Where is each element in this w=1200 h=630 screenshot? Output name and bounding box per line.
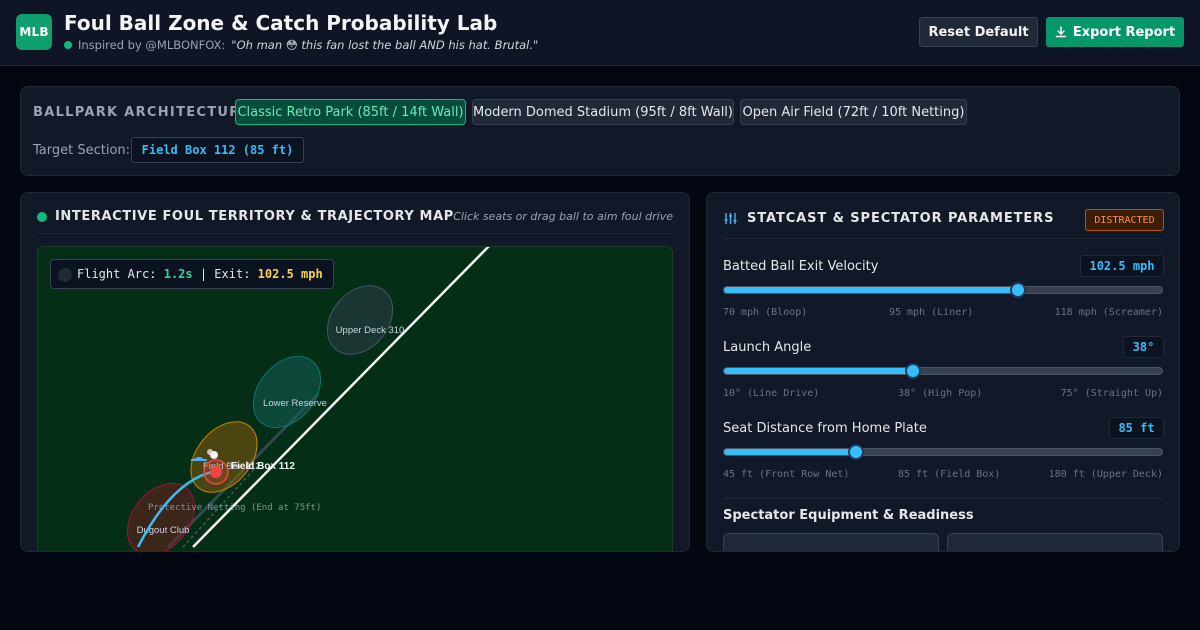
reset-default-button[interactable]: Reset Default <box>919 17 1038 47</box>
slider-fill <box>724 449 857 455</box>
slider-tick-max: 180 ft (Upper Deck) <box>1048 469 1163 480</box>
exit-label: | Exit: <box>199 267 251 281</box>
slider-tick-max: 75° (Straight Up) <box>1060 388 1163 399</box>
live-dot-icon <box>64 41 72 49</box>
slider-tick-max: 118 mph (Screamer) <box>1054 307 1163 318</box>
ballpark-architecture-panel: BALLPARK ARCHITECTURE: Classic Retro Par… <box>20 86 1180 176</box>
field-map[interactable]: Upper Deck 310 Lower Reserve Field Box 1… <box>37 246 673 551</box>
equipment-card-hat[interactable] <box>947 533 1163 551</box>
export-report-label: Export Report <box>1072 24 1176 40</box>
netting-label: Protective Netting (End at 75ft) <box>148 503 321 513</box>
slider-tick-min: 10° (Line Drive) <box>723 388 820 399</box>
architecture-label: BALLPARK ARCHITECTURE: <box>33 105 258 120</box>
field-map-svg: Upper Deck 310 Lower Reserve Field Box 1… <box>127 247 490 551</box>
export-report-button[interactable]: Export Report <box>1046 17 1184 47</box>
app-header: MLB Foul Ball Zone & Catch Probability L… <box>0 0 1200 66</box>
status-dot-icon <box>37 212 47 222</box>
stats-divider <box>723 238 1163 239</box>
field-box-callout: Field Box 112 <box>231 461 295 472</box>
flight-arc-value: 1.2s <box>163 267 193 281</box>
download-icon <box>1055 26 1067 38</box>
spectator-status-badge: DISTRACTED <box>1085 209 1164 231</box>
slider-tick-mid: 95 mph (Liner) <box>889 307 974 318</box>
slider-thumb[interactable] <box>1010 282 1027 298</box>
seat-distance-readout: 85 ft <box>1109 417 1164 439</box>
architecture-option-open-air[interactable]: Open Air Field (72ft / 10ft Netting) <box>740 99 967 125</box>
slider-thumb[interactable] <box>848 444 865 460</box>
launch-angle-slider[interactable] <box>723 363 1163 379</box>
slider-fill <box>724 368 914 374</box>
equipment-card-glove[interactable] <box>723 533 939 551</box>
flight-arc-readout: Flight Arc: 1.2s | Exit: 102.5 mph <box>50 259 334 289</box>
timer-icon <box>58 268 72 282</box>
statcast-parameters-panel: STATCAST & SPECTATOR PARAMETERS DISTRACT… <box>706 192 1180 552</box>
section-divider <box>723 498 1163 499</box>
fan-target-marker[interactable] <box>203 459 229 485</box>
target-section-label: Target Section: <box>33 143 131 158</box>
target-section-badge: Field Box 112 (85 ft) <box>131 137 304 163</box>
page-title: Foul Ball Zone & Catch Probability Lab <box>64 11 498 35</box>
sliders-icon <box>724 213 737 224</box>
map-divider <box>37 233 673 234</box>
zone-label: Upper Deck 310 <box>336 325 405 336</box>
flight-arc-label: Flight Arc: <box>77 267 157 281</box>
architecture-option-modern-domed[interactable]: Modern Domed Stadium (95ft / 8ft Wall) <box>472 99 734 125</box>
exit-velocity-label: Batted Ball Exit Velocity <box>723 259 879 274</box>
map-title: INTERACTIVE FOUL TERRITORY & TRAJECTORY … <box>55 209 454 224</box>
foul-territory-map-panel: INTERACTIVE FOUL TERRITORY & TRAJECTORY … <box>20 192 690 552</box>
slider-tick-min: 70 mph (Bloop) <box>723 307 808 318</box>
slider-tick-min: 45 ft (Front Row Net) <box>723 469 850 480</box>
slider-tick-mid: 38° (High Pop) <box>898 388 983 399</box>
exit-velocity-readout: 102.5 mph <box>1080 255 1164 277</box>
mlb-logo: MLB <box>16 14 52 50</box>
slider-tick-mid: 85 ft (Field Box) <box>898 469 1001 480</box>
inspiration-quote: "Oh man 😳 this fan lost the ball AND his… <box>231 38 539 52</box>
inspired-subline: Inspired by @MLBONFOX: "Oh man 😳 this fa… <box>64 38 538 52</box>
seat-distance-slider[interactable] <box>723 444 1163 460</box>
exit-velocity-value: 102.5 mph <box>257 267 323 281</box>
launch-angle-label: Launch Angle <box>723 340 812 355</box>
statcast-title: STATCAST & SPECTATOR PARAMETERS <box>747 211 1055 226</box>
slider-fill <box>724 287 1019 293</box>
foul-line <box>192 247 490 548</box>
map-hint: Click seats or drag ball to aim foul dri… <box>453 210 673 223</box>
seat-distance-label: Seat Distance from Home Plate <box>723 421 927 436</box>
launch-angle-readout: 38° <box>1123 336 1164 358</box>
slider-thumb[interactable] <box>905 363 922 379</box>
inspired-label: Inspired by @MLBONFOX: <box>78 38 226 52</box>
architecture-option-classic-retro[interactable]: Classic Retro Park (85ft / 14ft Wall) <box>235 99 466 125</box>
exit-velocity-slider[interactable] <box>723 282 1163 298</box>
zone-label: Lower Reserve <box>263 398 327 409</box>
equipment-section-title: Spectator Equipment & Readiness <box>723 508 974 523</box>
